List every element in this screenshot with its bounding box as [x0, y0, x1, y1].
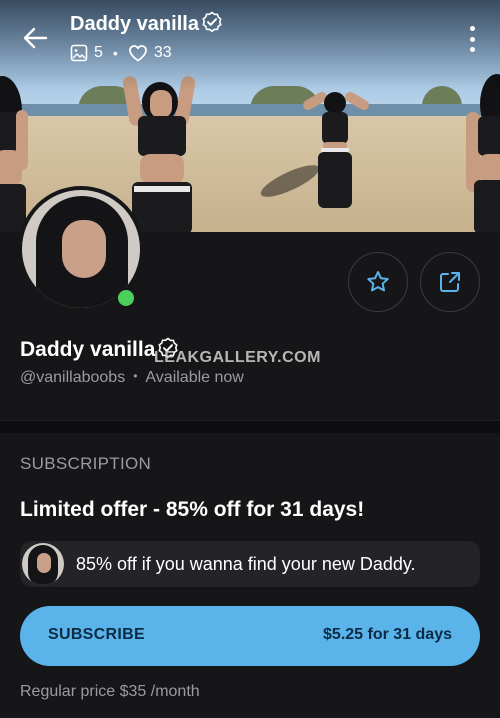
stats-separator: • [112, 45, 118, 61]
heart-icon [128, 45, 147, 62]
share-icon [440, 272, 460, 292]
subscribe-price: $5.25 for 31 days [323, 626, 452, 643]
star-icon [367, 271, 389, 292]
section-divider [0, 420, 500, 433]
offer-message: 85% off if you wanna find your new Daddy… [20, 541, 480, 587]
regular-price: Regular price $35 /month [20, 683, 200, 700]
share-button[interactable] [420, 252, 480, 312]
more-vertical-icon [469, 26, 475, 31]
subscription-heading: SUBSCRIPTION [20, 454, 152, 473]
profile-name-text: Daddy vanilla [20, 338, 156, 361]
message-avatar [22, 543, 64, 585]
handle-separator: • [133, 369, 138, 383]
subscribe-button[interactable]: SUBSCRIBE $5.25 for 31 days [20, 606, 480, 666]
availability-status: Available now [145, 369, 244, 386]
header-title: Daddy vanilla [70, 11, 223, 36]
online-status-dot [115, 287, 137, 309]
media-count: 5 [94, 44, 103, 61]
arrow-left-icon [23, 27, 48, 49]
offer-message-text: 85% off if you wanna find your new Daddy… [76, 554, 416, 574]
back-button[interactable] [22, 26, 48, 50]
profile-handle: @vanillaboobs [20, 369, 126, 386]
profile-subline: @vanillaboobs • Available now [20, 369, 244, 387]
favorite-button[interactable] [348, 252, 408, 312]
offer-title: Limited offer - 85% off for 31 days! [20, 498, 365, 521]
verified-badge-icon [202, 11, 222, 33]
likes-count: 33 [153, 44, 172, 61]
watermark-text: LEAKGALLERY.COM [154, 349, 321, 366]
more-menu-button[interactable] [462, 26, 482, 52]
image-icon [70, 44, 88, 62]
header-stats: 5 • 33 [70, 44, 172, 62]
header-title-text: Daddy vanilla [70, 13, 199, 35]
subscribe-label: SUBSCRIBE [48, 626, 145, 643]
